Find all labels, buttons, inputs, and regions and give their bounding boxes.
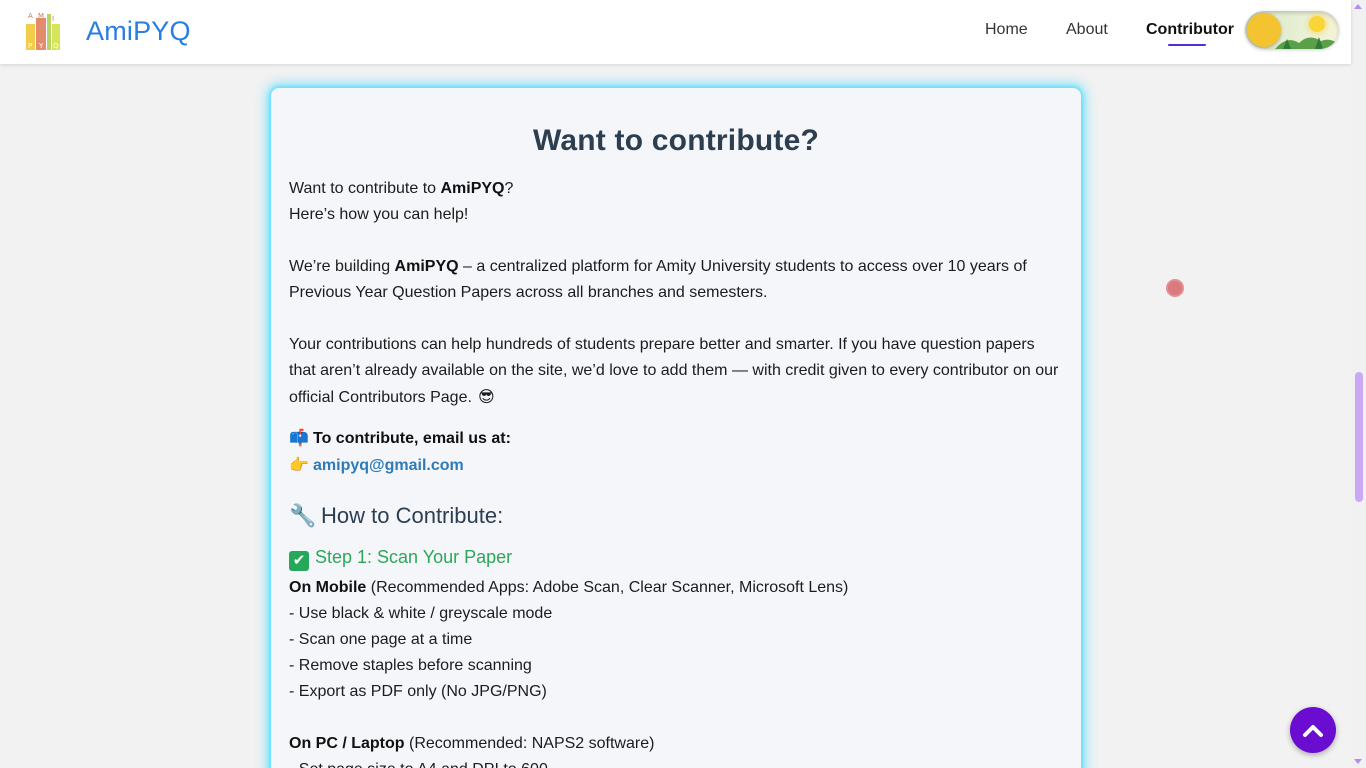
list-item: - Use black & white / greyscale mode: [289, 605, 553, 622]
step-1-heading: ✔ Step 1: Scan Your Paper: [289, 544, 1063, 571]
intro-line-1: Want to contribute to AmiPYQ?: [289, 176, 1063, 202]
nav-contributor[interactable]: Contributor: [1146, 21, 1234, 39]
list-item: - Scan one page at a time: [289, 631, 473, 648]
navbar: A M I P Y Q AmiPYQ Home About Contributo…: [0, 0, 1351, 64]
how-title-text: How to Contribute:: [321, 503, 504, 528]
email-link[interactable]: amipyq@gmail.com: [313, 457, 464, 474]
scroll-thumb[interactable]: [1355, 372, 1363, 502]
svg-text:M: M: [38, 12, 44, 20]
svg-text:A: A: [28, 12, 33, 20]
how-to-contribute-heading: 🔧 How to Contribute:: [289, 501, 1063, 532]
active-nav-underline: [1168, 44, 1206, 46]
email-row: 👉 amipyq@gmail.com: [289, 452, 1063, 479]
page-scrollbar[interactable]: [1351, 0, 1366, 768]
email-heading-text: To contribute, email us at:: [313, 430, 511, 447]
building-brand: AmiPYQ: [394, 258, 459, 275]
sun-icon: [1309, 16, 1325, 32]
svg-text:Y: Y: [38, 42, 44, 50]
intro-text: Want to contribute to: [289, 180, 441, 197]
theme-toggle[interactable]: [1245, 11, 1339, 49]
wrench-icon: 🔧: [289, 504, 317, 529]
mobile-head: On Mobile: [289, 579, 367, 596]
scroll-down-icon[interactable]: [1354, 759, 1362, 764]
mobile-instructions: On Mobile (Recommended Apps: Adobe Scan,…: [289, 575, 1063, 768]
contribution-text: Your contributions can help hundreds of …: [289, 336, 1059, 406]
building-text-a: We’re building: [289, 258, 395, 275]
list-item: - Remove staples before scanning: [289, 657, 532, 674]
amipyq-logo[interactable]: A M I P Y Q: [24, 10, 62, 52]
svg-text:P: P: [28, 42, 32, 50]
nav-home[interactable]: Home: [985, 21, 1028, 39]
list-item: - Set page size to A4 and DPI to 600: [289, 757, 1063, 768]
svg-text:I: I: [52, 15, 54, 23]
mobile-note: (Recommended Apps: Adobe Scan, Clear Sca…: [366, 579, 849, 596]
building-paragraph: We’re building AmiPYQ – a centralized pl…: [289, 254, 1063, 306]
svg-text:Q: Q: [53, 42, 59, 50]
card-title: Want to contribute?: [533, 124, 819, 157]
intro-punct: ?: [504, 180, 514, 197]
contribute-card: Want to contribute? Want to contribute t…: [271, 88, 1081, 768]
toggle-knob[interactable]: [1247, 13, 1281, 47]
chevron-up-icon: [1303, 725, 1323, 737]
mobile-heading: On Mobile (Recommended Apps: Adobe Scan,…: [289, 575, 1063, 601]
mailbox-icon: 📫: [289, 428, 309, 447]
check-icon: ✔: [289, 551, 309, 571]
pc-heading: On PC / Laptop (Recommended: NAPS2 softw…: [289, 731, 1063, 757]
back-to-top-button[interactable]: [1290, 707, 1336, 753]
email-heading: 📫 To contribute, email us at:: [289, 425, 1063, 452]
hills-icon: [1275, 37, 1339, 49]
contribution-paragraph: Your contributions can help hundreds of …: [289, 332, 1063, 411]
nav-about[interactable]: About: [1066, 21, 1108, 39]
step-1-title-text: Step 1: Scan Your Paper: [315, 547, 513, 567]
pointing-hand-icon: 👉: [289, 455, 309, 474]
intro-line-2: Here’s how you can help!: [289, 206, 469, 223]
intro-brand: AmiPYQ: [440, 180, 505, 197]
scroll-up-icon[interactable]: [1354, 4, 1362, 9]
cursor-indicator: [1166, 279, 1184, 297]
list-item: - Export as PDF only (No JPG/PNG): [289, 683, 547, 700]
pc-head: On PC / Laptop: [289, 735, 405, 752]
brand-name[interactable]: AmiPYQ: [86, 16, 191, 47]
pc-note: (Recommended: NAPS2 software): [404, 735, 655, 752]
sunglasses-icon: 😎: [478, 387, 495, 406]
